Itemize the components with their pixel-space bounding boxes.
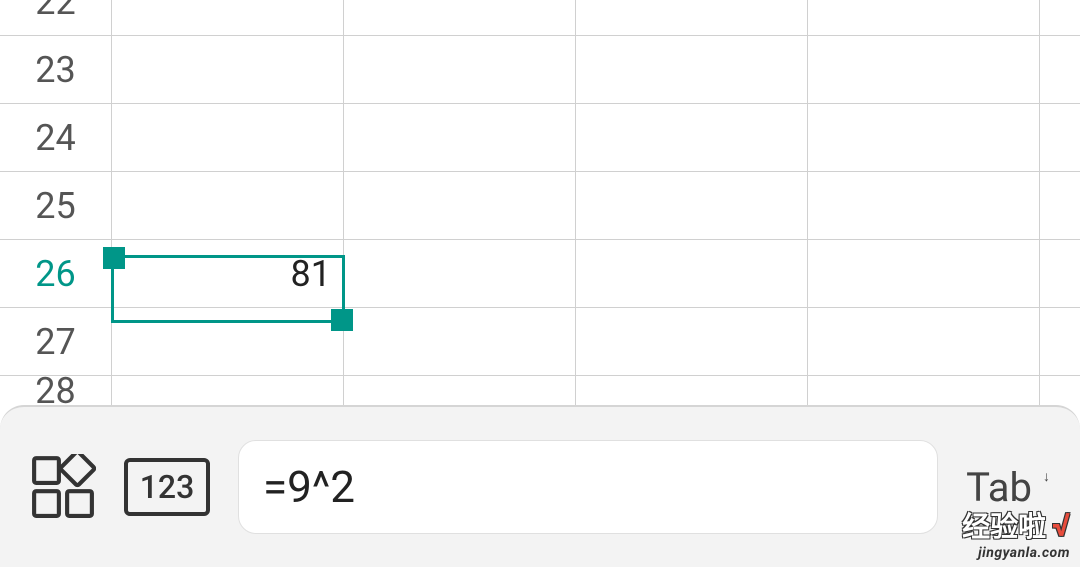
- row-header-25[interactable]: 25: [0, 172, 112, 239]
- row-header-27[interactable]: 27: [0, 308, 112, 375]
- cell[interactable]: [576, 104, 808, 171]
- grid-row: 25: [0, 172, 1080, 240]
- cell[interactable]: [112, 0, 344, 35]
- watermark: 经验啦 √ jingyanla.com: [962, 505, 1070, 561]
- cell[interactable]: [808, 104, 1040, 171]
- cell[interactable]: [808, 0, 1040, 35]
- cell[interactable]: [1040, 308, 1080, 375]
- checkmark-icon: √: [1052, 506, 1070, 544]
- tab-key-button[interactable]: Tab ↓: [966, 464, 1050, 511]
- dropdown-arrow-icon: ↓: [1043, 468, 1050, 485]
- cell[interactable]: [1040, 376, 1080, 405]
- cell[interactable]: [344, 36, 576, 103]
- grid-row: 22: [0, 0, 1080, 36]
- row-header-24[interactable]: 24: [0, 104, 112, 171]
- cell[interactable]: [344, 172, 576, 239]
- cell[interactable]: [808, 172, 1040, 239]
- row-header-22[interactable]: 22: [0, 0, 112, 35]
- cell[interactable]: [1040, 240, 1080, 307]
- cell[interactable]: [576, 172, 808, 239]
- apps-icon[interactable]: [30, 454, 96, 520]
- cell[interactable]: [112, 104, 344, 171]
- cell[interactable]: [808, 376, 1040, 405]
- cell[interactable]: [344, 104, 576, 171]
- cell[interactable]: [1040, 104, 1080, 171]
- cell[interactable]: [1040, 36, 1080, 103]
- cell[interactable]: [576, 36, 808, 103]
- row-header-26[interactable]: 26: [0, 240, 112, 307]
- formula-input-container: [238, 440, 938, 534]
- cell[interactable]: [576, 240, 808, 307]
- cell[interactable]: [576, 0, 808, 35]
- cell[interactable]: [808, 36, 1040, 103]
- cell[interactable]: [808, 308, 1040, 375]
- cell[interactable]: [344, 240, 576, 307]
- watermark-text: 经验啦: [962, 505, 1046, 545]
- spreadsheet-grid[interactable]: 21 22 23 24 25: [0, 0, 1080, 405]
- cell[interactable]: [808, 240, 1040, 307]
- cell[interactable]: [112, 172, 344, 239]
- cell[interactable]: [344, 376, 576, 405]
- watermark-url: jingyanla.com: [962, 545, 1070, 561]
- formula-bar: 123 Tab ↓: [0, 405, 1080, 567]
- cell[interactable]: [1040, 172, 1080, 239]
- cell[interactable]: [112, 308, 344, 375]
- grid-row: 28: [0, 376, 1080, 405]
- grid-row: 26 81: [0, 240, 1080, 308]
- formula-input[interactable]: [263, 461, 913, 513]
- selected-cell[interactable]: 81: [112, 240, 344, 307]
- cell[interactable]: [112, 36, 344, 103]
- tab-label: Tab: [966, 464, 1032, 511]
- cell[interactable]: [344, 0, 576, 35]
- grid-row: 23: [0, 36, 1080, 104]
- grid-row: 27: [0, 308, 1080, 376]
- number-format-button[interactable]: 123: [124, 458, 210, 516]
- row-header-23[interactable]: 23: [0, 36, 112, 103]
- cell[interactable]: [1040, 0, 1080, 35]
- cell[interactable]: [112, 376, 344, 405]
- cell[interactable]: [576, 308, 808, 375]
- row-header-28[interactable]: 28: [0, 376, 112, 405]
- grid-row: 24: [0, 104, 1080, 172]
- cell[interactable]: [344, 308, 576, 375]
- cell[interactable]: [576, 376, 808, 405]
